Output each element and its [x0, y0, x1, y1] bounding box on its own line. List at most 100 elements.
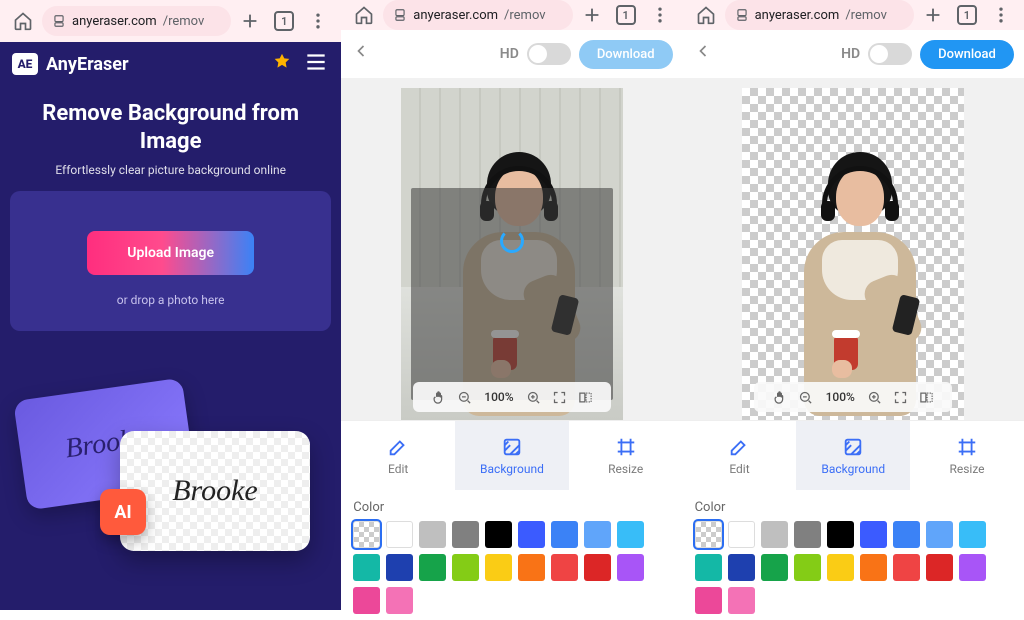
- color-swatch[interactable]: [926, 521, 953, 548]
- color-swatch[interactable]: [761, 521, 788, 548]
- color-swatch[interactable]: [386, 521, 413, 548]
- color-swatch[interactable]: [761, 554, 788, 581]
- hd-label: HD: [500, 46, 519, 62]
- sample-card-front: Brooke: [120, 431, 310, 551]
- color-swatch[interactable]: [695, 521, 722, 548]
- url-pill[interactable]: anyeraser.com/remov: [383, 0, 572, 30]
- url-path: /remov: [845, 8, 887, 23]
- panel-editor-processing: anyeraser.com/remov 1 HD Download: [341, 0, 682, 610]
- url-path: /remov: [504, 8, 546, 23]
- image-canvas[interactable]: 100%: [742, 88, 964, 420]
- color-swatch[interactable]: [518, 554, 545, 581]
- menu-icon[interactable]: [303, 49, 329, 79]
- color-swatch[interactable]: [485, 521, 512, 548]
- color-swatch[interactable]: [617, 521, 644, 548]
- color-swatch[interactable]: [827, 554, 854, 581]
- zoom-out-icon[interactable]: [798, 389, 814, 405]
- color-swatch[interactable]: [617, 554, 644, 581]
- home-icon[interactable]: [8, 6, 38, 36]
- color-section: Color: [683, 490, 1024, 620]
- tool-background-label: Background: [480, 462, 544, 476]
- color-swatch[interactable]: [584, 521, 611, 548]
- color-swatch[interactable]: [485, 554, 512, 581]
- fullscreen-icon[interactable]: [893, 389, 909, 405]
- tabs-icon[interactable]: 1: [269, 6, 299, 36]
- tool-edit[interactable]: Edit: [683, 421, 797, 490]
- canvas-area: 100%: [341, 78, 682, 420]
- url-path: /remov: [163, 14, 205, 29]
- tool-edit-label: Edit: [388, 462, 408, 476]
- color-swatch[interactable]: [926, 554, 953, 581]
- color-swatch[interactable]: [353, 554, 380, 581]
- upload-button[interactable]: Upload Image: [87, 231, 254, 275]
- tool-background[interactable]: Background: [455, 421, 569, 490]
- overflow-menu-icon[interactable]: [986, 0, 1016, 30]
- color-swatch[interactable]: [728, 521, 755, 548]
- color-swatch[interactable]: [452, 554, 479, 581]
- color-swatch[interactable]: [827, 521, 854, 548]
- compare-icon[interactable]: [578, 389, 594, 405]
- tool-background[interactable]: Background: [796, 421, 910, 490]
- color-swatch[interactable]: [794, 521, 821, 548]
- tool-background-label: Background: [821, 462, 885, 476]
- color-swatch[interactable]: [959, 554, 986, 581]
- landing-body: AE AnyEraser Remove Background from Imag…: [0, 42, 341, 610]
- color-swatch[interactable]: [893, 521, 920, 548]
- color-swatch[interactable]: [452, 521, 479, 548]
- hd-label: HD: [841, 46, 860, 62]
- color-swatch[interactable]: [860, 521, 887, 548]
- color-swatch[interactable]: [353, 521, 380, 548]
- editor-toolbar: HD Download: [683, 30, 1024, 78]
- zoom-percent: 100%: [824, 390, 857, 404]
- url-host: anyeraser.com: [755, 8, 840, 23]
- tabs-icon[interactable]: 1: [611, 0, 641, 30]
- back-icon[interactable]: [351, 41, 377, 67]
- new-tab-icon[interactable]: [235, 6, 265, 36]
- color-swatch[interactable]: [551, 554, 578, 581]
- color-swatch[interactable]: [893, 554, 920, 581]
- color-swatch[interactable]: [584, 554, 611, 581]
- overflow-menu-icon[interactable]: [645, 0, 675, 30]
- download-button[interactable]: Download: [579, 40, 673, 69]
- hd-toggle-group: HD: [500, 43, 571, 65]
- hd-toggle[interactable]: [527, 43, 571, 65]
- new-tab-icon[interactable]: [577, 0, 607, 30]
- zoom-in-icon[interactable]: [526, 389, 542, 405]
- pan-icon[interactable]: [772, 389, 788, 405]
- back-icon[interactable]: [693, 41, 719, 67]
- fullscreen-icon[interactable]: [552, 389, 568, 405]
- home-icon[interactable]: [691, 0, 721, 30]
- color-swatch[interactable]: [728, 554, 755, 581]
- tabs-icon[interactable]: 1: [952, 0, 982, 30]
- compare-icon[interactable]: [919, 389, 935, 405]
- url-pill[interactable]: anyeraser.com/remov: [725, 0, 914, 30]
- image-canvas[interactable]: 100%: [401, 88, 623, 420]
- overflow-menu-icon[interactable]: [303, 6, 333, 36]
- color-swatch[interactable]: [794, 554, 821, 581]
- zoom-out-icon[interactable]: [456, 389, 472, 405]
- swatch-grid: [695, 521, 1012, 614]
- color-swatch[interactable]: [419, 521, 446, 548]
- zoom-in-icon[interactable]: [867, 389, 883, 405]
- color-swatch[interactable]: [518, 521, 545, 548]
- color-swatch[interactable]: [419, 554, 446, 581]
- download-button[interactable]: Download: [920, 40, 1014, 69]
- hd-toggle[interactable]: [868, 43, 912, 65]
- premium-icon[interactable]: [271, 52, 295, 76]
- pan-icon[interactable]: [430, 389, 446, 405]
- tool-edit[interactable]: Edit: [341, 421, 455, 490]
- zoom-percent: 100%: [482, 390, 515, 404]
- new-tab-icon[interactable]: [918, 0, 948, 30]
- color-swatch[interactable]: [695, 554, 722, 581]
- tool-resize-label: Resize: [608, 462, 643, 476]
- color-swatch[interactable]: [860, 554, 887, 581]
- hd-toggle-group: HD: [841, 43, 912, 65]
- color-swatch[interactable]: [551, 521, 578, 548]
- address-bar: anyeraser.com/remov 1: [0, 0, 341, 42]
- home-icon[interactable]: [349, 0, 379, 30]
- tool-resize[interactable]: Resize: [569, 421, 683, 490]
- color-swatch[interactable]: [959, 521, 986, 548]
- color-swatch[interactable]: [386, 554, 413, 581]
- tool-resize[interactable]: Resize: [910, 421, 1024, 490]
- url-pill[interactable]: anyeraser.com/remov: [42, 6, 231, 36]
